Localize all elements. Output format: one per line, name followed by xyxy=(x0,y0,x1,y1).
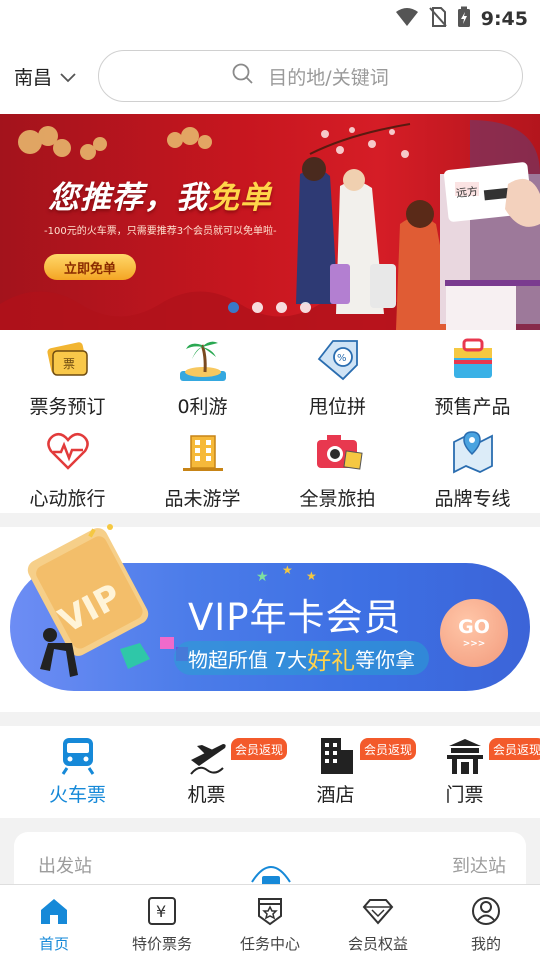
building-icon xyxy=(178,426,228,476)
grid-item-heart-travel[interactable]: 心动旅行 xyxy=(0,424,135,512)
grid-item-label: 品牌专线 xyxy=(434,488,511,510)
grid-item-presale[interactable]: 预售产品 xyxy=(405,332,540,420)
promo-banner[interactable]: 您推荐，我免单 -100元的火车票，只需要推荐3个会员就可以免单啦- 立即免单 … xyxy=(0,114,540,330)
nav-label: 任务中心 xyxy=(239,935,300,953)
cashback-badge: 会员返现 xyxy=(489,738,540,760)
tab-flight[interactable]: 机票 会员返现 xyxy=(139,736,288,810)
nav-label: 特价票务 xyxy=(131,935,192,953)
wifi-icon xyxy=(395,7,419,31)
city-selector[interactable]: 南昌 xyxy=(14,63,76,90)
banner-subtitle: -100元的火车票，只需要推荐3个会员就可以免单啦- xyxy=(44,226,277,237)
hotel-icon xyxy=(316,736,356,776)
grid-item-ticket-booking[interactable]: 票 票务预订 xyxy=(0,332,135,420)
user-icon xyxy=(470,895,502,927)
search-icon xyxy=(232,63,254,89)
svg-text:%: % xyxy=(337,353,347,364)
train-icon xyxy=(58,736,98,776)
task-badge-icon xyxy=(254,895,286,927)
arrival-station-field[interactable]: 到达站 xyxy=(452,852,506,878)
free-order-button[interactable]: 立即免单 xyxy=(44,254,136,280)
top-header: 南昌 目的地/关键词 xyxy=(0,36,540,114)
carousel-dot[interactable] xyxy=(228,302,239,313)
airplane-icon xyxy=(187,736,227,776)
battery-charging-icon xyxy=(457,6,471,32)
nav-special-tickets[interactable]: ¥ 特价票务 xyxy=(108,895,216,955)
diamond-icon xyxy=(362,895,394,927)
grid-item-label: 全景旅拍 xyxy=(299,488,376,510)
tab-train[interactable]: 火车票 xyxy=(10,736,145,810)
vip-go-button[interactable]: GO >>> xyxy=(440,599,508,667)
grid-item-label: 预售产品 xyxy=(434,396,511,418)
route-map-icon xyxy=(448,426,498,476)
grid-item-panorama-photo[interactable]: 全景旅拍 xyxy=(270,424,405,512)
no-sim-icon xyxy=(428,7,447,31)
transport-tabs: 火车票 机票 会员返现 酒店 会员返现 门票 会员返现 xyxy=(0,726,540,818)
carousel-dot[interactable] xyxy=(252,302,263,313)
vip-banner[interactable]: VIP VIP年卡会员 物超所值 7大 好礼 等你拿 GO >>> ★ ★ ★ xyxy=(10,524,530,691)
nav-label: 首页 xyxy=(38,935,69,953)
camera-icon xyxy=(313,426,363,476)
vip-title: VIP年卡会员 xyxy=(188,596,402,639)
home-icon xyxy=(38,895,70,927)
nav-profile[interactable]: 我的 xyxy=(432,895,540,955)
star-icon: ★ xyxy=(256,569,269,585)
grid-item-seat-share[interactable]: % 甩位拼 xyxy=(270,332,405,420)
vip-subtitle: 物超所值 7大 好礼 等你拿 xyxy=(174,641,430,675)
vip-card-illustration: VIP xyxy=(27,524,188,677)
bottom-navigation: 首页 ¥ 特价票务 任务中心 会员权益 我的 xyxy=(0,884,540,960)
departure-station-field[interactable]: 出发站 xyxy=(38,852,92,878)
carousel-dot[interactable] xyxy=(300,302,311,313)
grid-item-label: 品未游学 xyxy=(164,488,241,510)
grid-item-brand-line[interactable]: 品牌专线 xyxy=(405,424,540,512)
palm-beach-icon xyxy=(178,334,228,384)
star-icon: ★ xyxy=(306,569,317,583)
nav-label: 会员权益 xyxy=(347,935,408,953)
shopping-bag-icon xyxy=(448,334,498,384)
discount-tag-icon: % xyxy=(313,334,363,384)
carousel-indicators xyxy=(228,302,311,313)
carousel-dot[interactable] xyxy=(276,302,287,313)
quick-entry-grid: 票 票务预订 0利游 % 甩位拼 预售产品 心动旅行 品未游学 全景旅拍 品牌专… xyxy=(0,330,540,513)
grid-item-label: 票务预订 xyxy=(29,396,106,418)
grid-item-label: 0利游 xyxy=(177,396,228,418)
tab-label: 酒店 xyxy=(316,784,355,806)
chevron-down-icon xyxy=(60,66,76,88)
tab-label: 机票 xyxy=(187,784,226,806)
gate-icon xyxy=(445,736,485,776)
yen-icon: ¥ xyxy=(146,895,178,927)
svg-text:票: 票 xyxy=(63,357,75,371)
vip-section: VIP VIP年卡会员 物超所值 7大 好礼 等你拿 GO >>> ★ ★ ★ xyxy=(0,524,540,712)
tab-label: 门票 xyxy=(445,784,484,806)
tab-label: 火车票 xyxy=(48,784,106,806)
ticket-text: 远方 xyxy=(455,184,479,201)
nav-task-center[interactable]: 任务中心 xyxy=(216,895,324,955)
search-placeholder: 目的地/关键词 xyxy=(268,66,389,89)
heart-pulse-icon xyxy=(43,426,93,476)
grid-item-zero-profit-tour[interactable]: 0利游 xyxy=(135,332,270,420)
nav-home[interactable]: 首页 xyxy=(0,895,108,955)
star-icon: ★ xyxy=(282,563,293,577)
nav-member-benefits[interactable]: 会员权益 xyxy=(324,895,432,955)
svg-text:¥: ¥ xyxy=(156,902,166,921)
tab-tickets[interactable]: 门票 会员返现 xyxy=(397,736,540,810)
grid-item-label: 甩位拼 xyxy=(308,396,366,418)
nav-label: 我的 xyxy=(470,935,501,953)
status-bar: 9:45 xyxy=(0,0,540,36)
status-time: 9:45 xyxy=(480,8,528,30)
city-name: 南昌 xyxy=(14,67,53,89)
ticket-icon: 票 xyxy=(43,334,93,384)
grid-item-label: 心动旅行 xyxy=(29,488,106,510)
app-screen: 9:45 南昌 目的地/关键词 您推荐，我免单 -100元的火车票，只需要推荐3… xyxy=(0,0,540,960)
search-input[interactable]: 目的地/关键词 xyxy=(98,50,523,102)
tab-hotel[interactable]: 酒店 会员返现 xyxy=(268,736,417,810)
grid-item-study-tour[interactable]: 品未游学 xyxy=(135,424,270,512)
banner-title: 您推荐，我免单 xyxy=(48,180,272,216)
